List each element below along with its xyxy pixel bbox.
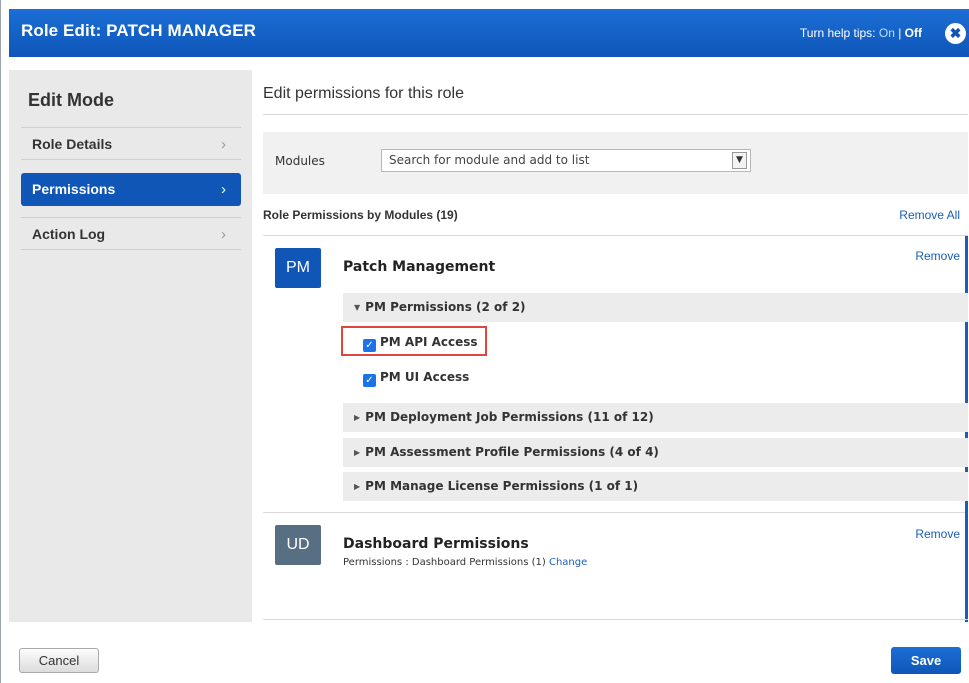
dialog-title: Role Edit: PATCH MANAGER [21, 21, 257, 40]
triangle-right-icon: ▶ [354, 448, 361, 457]
dialog-title-bar: Role Edit: PATCH MANAGER Turn help tips:… [9, 9, 969, 57]
sidebar-item-label: Permissions [32, 181, 116, 197]
section-header: Role Permissions by Modules (19) Remove … [263, 208, 968, 222]
permission-group-pm-permissions[interactable]: ▼ PM Permissions (2 of 2) [343, 293, 968, 322]
divider [263, 512, 965, 513]
help-tips-on-link[interactable]: On [879, 26, 895, 40]
remove-module-link[interactable]: Remove [915, 527, 960, 541]
role-edit-dialog: Role Edit: PATCH MANAGER Turn help tips:… [0, 0, 969, 683]
chevron-right-icon: › [221, 181, 226, 198]
cancel-button[interactable]: Cancel [19, 648, 99, 673]
sidebar-item-label: Role Details [32, 136, 113, 152]
module-search-value: Search for module and add to list [389, 153, 590, 167]
sidebar-item-permissions[interactable]: Permissions › [21, 173, 241, 206]
edit-mode-title: Edit Mode [28, 90, 114, 110]
sidebar-item-label: Action Log [32, 226, 106, 242]
remove-all-link[interactable]: Remove All [899, 208, 960, 222]
permission-group-label: PM Manage License Permissions (1 of 1) [365, 479, 639, 493]
divider [263, 114, 968, 115]
triangle-right-icon: ▶ [354, 413, 361, 422]
permission-group-pm-manage-license[interactable]: ▶ PM Manage License Permissions (1 of 1) [343, 472, 968, 501]
checkbox-checked-icon[interactable]: ✓ [363, 339, 376, 352]
edit-mode-sidebar: Edit Mode Role Details › Permissions › A… [9, 70, 252, 622]
permission-group-label: PM Assessment Profile Permissions (4 of … [365, 445, 659, 459]
modules-label: Modules [275, 154, 325, 168]
permission-group-pm-assessment-profile[interactable]: ▶ PM Assessment Profile Permissions (4 of… [343, 438, 968, 467]
permission-group-label: PM Permissions (2 of 2) [365, 300, 526, 314]
module-avatar-pm: PM [275, 248, 321, 288]
help-tips-off-link[interactable]: Off [905, 26, 922, 40]
page-title: Edit permissions for this role [263, 85, 464, 102]
section-title: Role Permissions by Modules (19) [263, 208, 458, 222]
help-tips-toggle: Turn help tips: On | Off [800, 26, 922, 40]
triangle-right-icon: ▶ [354, 482, 361, 491]
close-icon[interactable]: ✖ [945, 23, 966, 44]
chevron-right-icon: › [221, 226, 226, 243]
triangle-down-icon: ▼ [354, 303, 361, 312]
checkbox-checked-icon[interactable]: ✓ [363, 374, 376, 387]
save-button[interactable]: Save [891, 647, 961, 674]
module-permissions-text: Permissions : Dashboard Permissions (1) [343, 557, 549, 568]
permissions-content: Edit permissions for this role Modules S… [263, 70, 968, 622]
checkbox-pm-ui-access[interactable]: ✓ PM UI Access [363, 369, 470, 387]
module-title-patch-management: Patch Management [343, 259, 496, 275]
permission-group-label: PM Deployment Job Permissions (11 of 12) [365, 410, 654, 424]
chevron-right-icon: › [221, 136, 226, 153]
checkbox-label: PM API Access [380, 335, 478, 349]
permission-group-pm-deployment-job[interactable]: ▶ PM Deployment Job Permissions (11 of 12… [343, 403, 968, 432]
checkbox-label: PM UI Access [380, 370, 470, 384]
sidebar-item-role-details[interactable]: Role Details › [21, 127, 241, 160]
module-avatar-ud: UD [275, 525, 321, 565]
remove-module-link[interactable]: Remove [915, 249, 960, 263]
sidebar-item-action-log[interactable]: Action Log › [21, 217, 241, 250]
module-title-dashboard-permissions: Dashboard Permissions [343, 536, 529, 552]
divider [263, 235, 968, 236]
module-search-select[interactable]: Search for module and add to list ▼ [381, 149, 751, 172]
checkbox-pm-api-access[interactable]: ✓ PM API Access [363, 334, 478, 352]
change-link[interactable]: Change [549, 557, 587, 568]
modules-search-row: Modules Search for module and add to lis… [263, 132, 968, 194]
chevron-down-icon[interactable]: ▼ [732, 152, 747, 169]
help-tips-separator: | [894, 26, 905, 40]
divider [263, 619, 968, 620]
module-permissions-summary: Permissions : Dashboard Permissions (1) … [343, 557, 587, 568]
help-tips-label: Turn help tips: [799, 26, 879, 40]
